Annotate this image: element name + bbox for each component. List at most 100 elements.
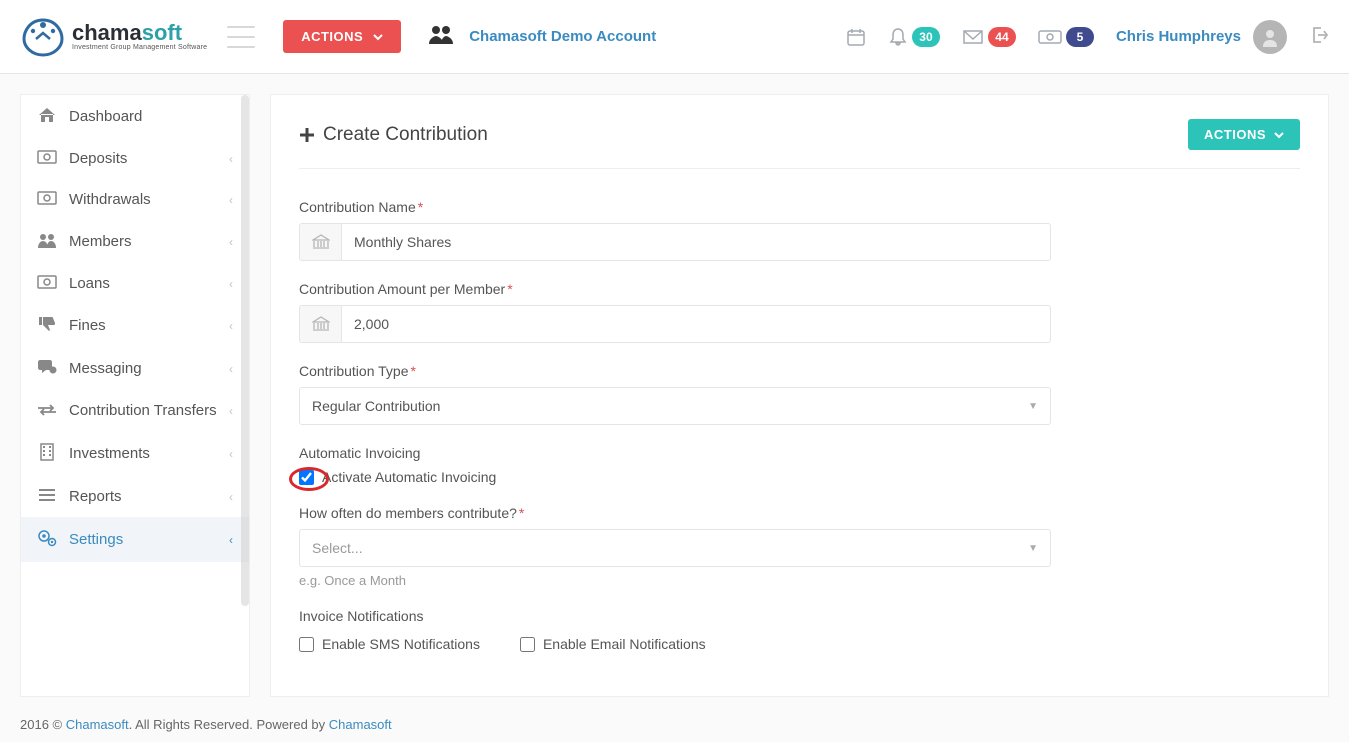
chevron-left-icon: ‹ — [229, 362, 233, 376]
users-icon — [37, 232, 57, 251]
logout-icon[interactable] — [1309, 25, 1329, 48]
home-icon — [37, 107, 57, 126]
sidebar-item-reports[interactable]: Reports ‹ — [21, 476, 249, 517]
sidebar-item-deposits[interactable]: Deposits ‹ — [21, 138, 249, 179]
notif-heading: Invoice Notifications — [299, 608, 1300, 624]
contribution-type-label: Contribution Type* — [299, 363, 1300, 379]
auto-invoice-checkbox-label: Activate Automatic Invoicing — [322, 469, 496, 485]
contribution-amount-label: Contribution Amount per Member* — [299, 281, 1300, 297]
logo-tagline: Investment Group Management Software — [72, 44, 207, 51]
caret-down-icon: ▼ — [1028, 401, 1038, 412]
chevron-left-icon: ‹ — [229, 533, 233, 547]
contribution-name-label: Contribution Name* — [299, 199, 1300, 215]
transfer-icon — [37, 403, 57, 419]
brand-logo[interactable]: chamasoft Investment Group Management So… — [20, 17, 207, 57]
chevron-left-icon: ‹ — [229, 235, 233, 249]
messages-icon[interactable]: 44 — [962, 27, 1016, 47]
users-icon — [427, 24, 455, 49]
avatar — [1253, 20, 1287, 54]
sidebar-item-label: Fines — [69, 317, 217, 334]
bank-icon — [299, 305, 341, 343]
calendar-icon[interactable] — [846, 27, 866, 47]
funds-badge: 5 — [1066, 27, 1094, 47]
sms-notif-label: Enable SMS Notifications — [322, 636, 480, 652]
sidebar-item-fines[interactable]: Fines ‹ — [21, 304, 249, 347]
footer-link-2[interactable]: Chamasoft — [329, 717, 392, 732]
page-title: Create Contribution — [299, 124, 488, 146]
thumbs-down-icon — [37, 316, 57, 335]
money-icon — [37, 275, 57, 292]
money-icon — [37, 150, 57, 167]
chevron-left-icon: ‹ — [229, 193, 233, 207]
sidebar-item-label: Withdrawals — [69, 191, 217, 208]
footer: 2016 © Chamasoft. All Rights Reserved. P… — [0, 717, 1349, 742]
menu-toggle[interactable] — [227, 26, 255, 48]
bank-icon — [299, 223, 341, 261]
contribution-amount-input[interactable] — [341, 305, 1051, 343]
panel-actions-label: ACTIONS — [1204, 127, 1266, 142]
building-icon — [37, 443, 57, 464]
chevron-left-icon: ‹ — [229, 277, 233, 291]
sidebar-item-label: Deposits — [69, 150, 217, 167]
chat-icon — [37, 359, 57, 378]
sidebar-item-label: Investments — [69, 445, 217, 462]
sidebar-item-label: Contribution Transfers — [69, 402, 217, 419]
contribution-name-input[interactable] — [341, 223, 1051, 261]
list-icon — [37, 488, 57, 505]
contribution-type-select[interactable]: Regular Contribution ▼ — [299, 387, 1051, 425]
notifications-icon[interactable]: 30 — [888, 27, 940, 47]
sidebar-item-label: Dashboard — [69, 108, 233, 125]
email-notif-label: Enable Email Notifications — [543, 636, 706, 652]
sidebar-item-contribution-transfers[interactable]: Contribution Transfers ‹ — [21, 390, 249, 431]
contribution-type-value: Regular Contribution — [312, 398, 440, 414]
caret-down-icon: ▼ — [1028, 543, 1038, 554]
chevron-down-icon — [373, 32, 383, 42]
sidebar-item-label: Members — [69, 233, 217, 250]
notif-badge: 30 — [912, 27, 940, 47]
chevron-down-icon — [1274, 130, 1284, 140]
auto-invoice-heading: Automatic Invoicing — [299, 445, 1300, 461]
chevron-left-icon: ‹ — [229, 490, 233, 504]
chevron-left-icon: ‹ — [229, 447, 233, 461]
chevron-left-icon: ‹ — [229, 404, 233, 418]
chevron-left-icon: ‹ — [229, 319, 233, 333]
logo-text: chamasoft — [72, 22, 207, 44]
panel-actions-button[interactable]: ACTIONS — [1188, 119, 1300, 150]
main-panel: Create Contribution ACTIONS Contribution… — [270, 94, 1329, 697]
email-notif-checkbox[interactable] — [520, 637, 535, 652]
frequency-placeholder: Select... — [312, 540, 363, 556]
sidebar-item-label: Loans — [69, 275, 217, 292]
chevron-left-icon: ‹ — [229, 152, 233, 166]
sidebar-item-dashboard[interactable]: Dashboard — [21, 95, 249, 138]
sidebar-item-members[interactable]: Members ‹ — [21, 220, 249, 263]
sidebar-item-loans[interactable]: Loans ‹ — [21, 263, 249, 304]
sidebar-item-messaging[interactable]: Messaging ‹ — [21, 347, 249, 390]
frequency-select[interactable]: Select... ▼ — [299, 529, 1051, 567]
sms-notif-checkbox[interactable] — [299, 637, 314, 652]
logo-mark — [20, 17, 66, 57]
gears-icon — [37, 529, 57, 550]
msg-badge: 44 — [988, 27, 1016, 47]
money-icon — [37, 191, 57, 208]
sidebar: Dashboard Deposits ‹ Withdrawals ‹ Membe… — [20, 94, 250, 697]
plus-icon — [299, 127, 315, 143]
funds-icon[interactable]: 5 — [1038, 27, 1094, 47]
top-actions-button[interactable]: ACTIONS — [283, 20, 401, 53]
frequency-label: How often do members contribute?* — [299, 505, 1300, 521]
sidebar-item-investments[interactable]: Investments ‹ — [21, 431, 249, 476]
sidebar-item-label: Messaging — [69, 360, 217, 377]
footer-link-1[interactable]: Chamasoft — [66, 717, 129, 732]
topbar-right: 30 44 5 Chris Humphreys — [846, 20, 1329, 54]
sidebar-item-settings[interactable]: Settings ‹ — [21, 517, 249, 562]
sidebar-item-label: Reports — [69, 488, 217, 505]
user-name: Chris Humphreys — [1116, 28, 1241, 45]
highlight-annotation — [289, 467, 329, 491]
topbar: chamasoft Investment Group Management So… — [0, 0, 1349, 74]
sidebar-item-withdrawals[interactable]: Withdrawals ‹ — [21, 179, 249, 220]
scrollbar[interactable] — [241, 95, 249, 606]
sidebar-item-label: Settings — [69, 531, 217, 548]
account-name-link[interactable]: Chamasoft Demo Account — [469, 28, 656, 45]
user-menu[interactable]: Chris Humphreys — [1116, 20, 1287, 54]
top-actions-label: ACTIONS — [301, 29, 363, 44]
frequency-hint: e.g. Once a Month — [299, 573, 1300, 588]
